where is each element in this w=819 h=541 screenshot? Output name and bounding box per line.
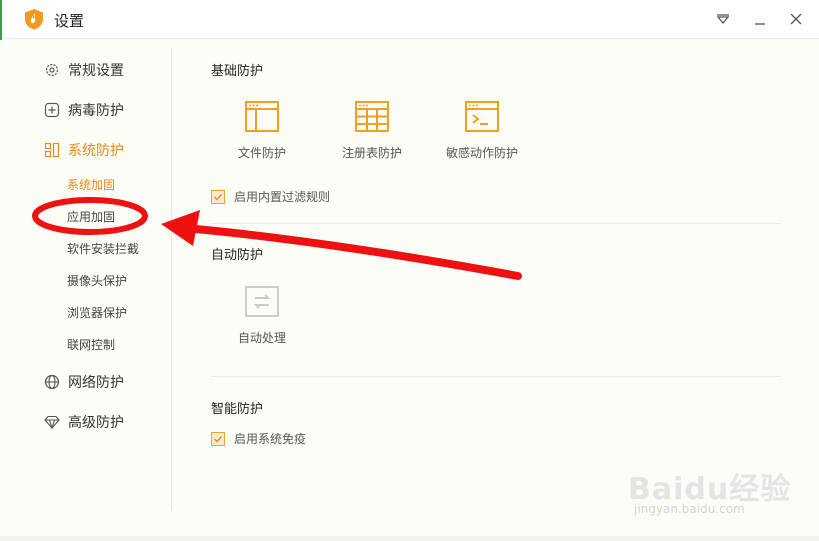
terminal-icon bbox=[464, 100, 500, 134]
builtin-filter-checkbox-row[interactable]: 启用内置过滤规则 bbox=[211, 188, 330, 205]
section-divider bbox=[211, 376, 781, 377]
system-grid-icon bbox=[44, 142, 60, 158]
close-icon[interactable] bbox=[784, 7, 808, 31]
builtin-filter-checkbox[interactable] bbox=[211, 189, 225, 204]
app-logo-icon bbox=[24, 8, 44, 30]
registry-grid-icon bbox=[354, 100, 390, 134]
sidebar-divider bbox=[171, 48, 172, 510]
file-window-icon bbox=[244, 100, 280, 134]
title-bar: 设置 bbox=[2, 0, 819, 39]
globe-icon bbox=[44, 374, 60, 390]
section-title-basic: 基础防护 bbox=[211, 64, 264, 79]
baidu-watermark: Baidu经验 jingyan.baidu.com bbox=[628, 462, 808, 524]
feature-label: 自动处理 bbox=[237, 331, 286, 345]
plus-square-icon bbox=[44, 102, 60, 118]
sidebar-item-general[interactable]: 常规设置 bbox=[44, 59, 124, 81]
auto-process-icon bbox=[244, 285, 280, 319]
feature-sensitive-action-protection[interactable]: 敏感动作防护 bbox=[427, 100, 537, 161]
system-immunity-checkbox-row[interactable]: 启用系统免疫 bbox=[211, 430, 306, 447]
subitem-camera-protect[interactable]: 摄像头保护 bbox=[67, 272, 127, 290]
section-title-auto: 自动防护 bbox=[211, 248, 264, 263]
subitem-network-control[interactable]: 联网控制 bbox=[67, 336, 115, 354]
feature-label: 敏感动作防护 bbox=[445, 146, 518, 160]
menu-dropdown-icon[interactable] bbox=[711, 7, 735, 31]
sidebar-item-label: 系统防护 bbox=[68, 143, 124, 159]
system-immunity-checkbox[interactable] bbox=[211, 431, 225, 446]
feature-file-protection[interactable]: 文件防护 bbox=[207, 100, 317, 161]
sidebar-item-network[interactable]: 网络防护 bbox=[44, 371, 124, 393]
section-title-smart: 智能防护 bbox=[211, 402, 264, 417]
feature-label: 注册表防护 bbox=[341, 146, 402, 160]
feature-registry-protection[interactable]: 注册表防护 bbox=[317, 100, 427, 161]
window-bottom-edge bbox=[0, 536, 819, 541]
feature-auto-process[interactable]: 自动处理 bbox=[207, 285, 317, 346]
sidebar-item-system[interactable]: 系统防护 bbox=[44, 139, 124, 161]
sidebar-item-label: 病毒防护 bbox=[68, 103, 124, 119]
watermark-url: jingyan.baidu.com bbox=[634, 502, 745, 516]
feature-label: 文件防护 bbox=[237, 146, 286, 160]
sidebar-item-label: 网络防护 bbox=[68, 375, 124, 391]
section-divider bbox=[211, 223, 781, 224]
minimize-icon[interactable] bbox=[748, 7, 772, 31]
subitem-install-block[interactable]: 软件安装拦截 bbox=[67, 240, 139, 258]
sidebar-item-label: 常规设置 bbox=[68, 63, 124, 79]
sidebar-item-virus[interactable]: 病毒防护 bbox=[44, 99, 124, 121]
checkbox-label: 启用系统免疫 bbox=[234, 432, 307, 446]
subitem-system-hardening[interactable]: 系统加固 bbox=[67, 176, 115, 194]
sidebar-item-label: 高级防护 bbox=[68, 415, 124, 431]
subitem-app-hardening[interactable]: 应用加固 bbox=[67, 208, 115, 226]
window-title: 设置 bbox=[54, 12, 85, 30]
sidebar-item-advanced[interactable]: 高级防护 bbox=[44, 411, 124, 433]
gear-icon bbox=[44, 62, 60, 78]
subitem-browser-protect[interactable]: 浏览器保护 bbox=[67, 304, 127, 322]
checkbox-label: 启用内置过滤规则 bbox=[234, 190, 331, 204]
diamond-icon bbox=[44, 414, 60, 430]
